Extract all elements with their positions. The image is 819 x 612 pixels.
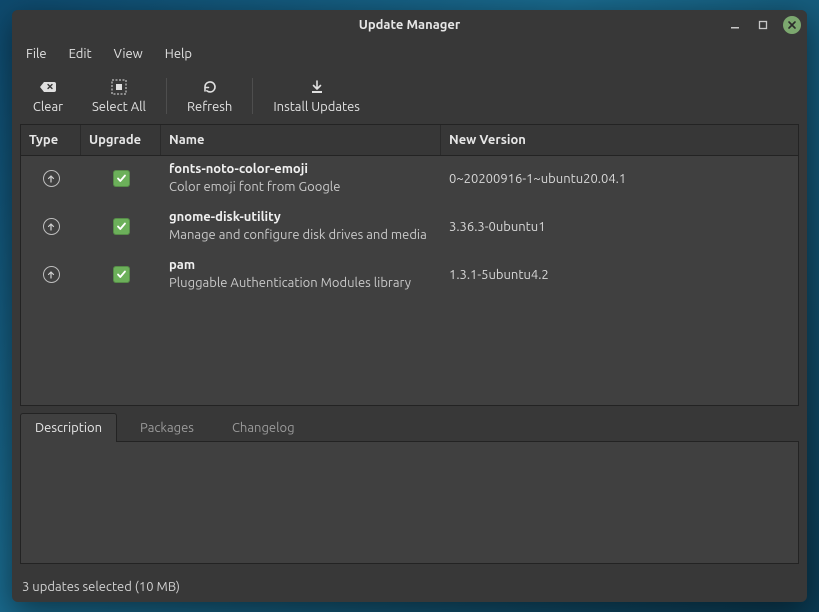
titlebar: Update Manager bbox=[12, 10, 807, 40]
toolbar: Clear Select All Refresh Install Updates bbox=[12, 68, 807, 124]
package-name: pam bbox=[169, 257, 433, 275]
window-controls bbox=[727, 10, 801, 40]
table-row[interactable]: fonts-noto-color-emoji Color emoji font … bbox=[21, 156, 798, 204]
col-header-version[interactable]: New Version bbox=[441, 125, 798, 155]
refresh-button[interactable]: Refresh bbox=[173, 74, 246, 118]
menu-edit[interactable]: Edit bbox=[59, 43, 102, 65]
package-description: Manage and configure disk drives and med… bbox=[169, 227, 433, 245]
refresh-icon bbox=[202, 78, 218, 96]
clear-icon bbox=[39, 78, 57, 96]
package-version: 1.3.1-5ubuntu4.2 bbox=[441, 268, 798, 282]
menubar: File Edit View Help bbox=[12, 40, 807, 68]
window-title: Update Manager bbox=[20, 18, 799, 32]
toolbar-separator bbox=[166, 78, 167, 114]
package-type-icon bbox=[43, 170, 60, 187]
status-bar: 3 updates selected (10 MB) bbox=[12, 572, 807, 602]
install-label: Install Updates bbox=[273, 100, 360, 114]
tab-changelog[interactable]: Changelog bbox=[217, 413, 310, 442]
tab-panel bbox=[20, 441, 799, 564]
clear-button[interactable]: Clear bbox=[18, 74, 78, 118]
install-icon bbox=[309, 78, 325, 96]
tab-bar: Description Packages Changelog bbox=[20, 412, 799, 441]
table-header: Type Upgrade Name New Version bbox=[21, 125, 798, 156]
upgrade-checkbox[interactable] bbox=[113, 218, 130, 235]
close-button[interactable] bbox=[783, 16, 801, 34]
col-header-name[interactable]: Name bbox=[161, 125, 441, 155]
maximize-button[interactable] bbox=[755, 17, 771, 33]
package-name: gnome-disk-utility bbox=[169, 209, 433, 227]
menu-help[interactable]: Help bbox=[155, 43, 202, 65]
col-header-upgrade[interactable]: Upgrade bbox=[81, 125, 161, 155]
details-tabs: Description Packages Changelog bbox=[20, 412, 799, 564]
refresh-label: Refresh bbox=[187, 100, 232, 114]
table-body: fonts-noto-color-emoji Color emoji font … bbox=[21, 156, 798, 405]
package-type-icon bbox=[43, 266, 60, 283]
tab-packages[interactable]: Packages bbox=[125, 413, 209, 442]
package-description: Pluggable Authentication Modules library bbox=[169, 275, 433, 293]
package-name: fonts-noto-color-emoji bbox=[169, 161, 433, 179]
upgrade-checkbox[interactable] bbox=[113, 266, 130, 283]
select-all-icon bbox=[111, 78, 127, 96]
menu-file[interactable]: File bbox=[16, 43, 57, 65]
package-version: 0~20200916-1~ubuntu20.04.1 bbox=[441, 172, 798, 186]
select-all-button[interactable]: Select All bbox=[78, 74, 160, 118]
table-row[interactable]: gnome-disk-utility Manage and configure … bbox=[21, 204, 798, 252]
status-text: 3 updates selected (10 MB) bbox=[22, 580, 180, 594]
toolbar-separator bbox=[252, 78, 253, 114]
table-row[interactable]: pam Pluggable Authentication Modules lib… bbox=[21, 252, 798, 300]
select-all-label: Select All bbox=[92, 100, 146, 114]
package-type-icon bbox=[43, 218, 60, 235]
install-updates-button[interactable]: Install Updates bbox=[259, 74, 374, 118]
package-description: Color emoji font from Google bbox=[169, 179, 433, 197]
menu-view[interactable]: View bbox=[104, 43, 153, 65]
upgrade-checkbox[interactable] bbox=[113, 170, 130, 187]
tab-description[interactable]: Description bbox=[20, 413, 117, 442]
package-version: 3.36.3-0ubuntu1 bbox=[441, 220, 798, 234]
col-header-type[interactable]: Type bbox=[21, 125, 81, 155]
minimize-button[interactable] bbox=[727, 17, 743, 33]
update-manager-window: Update Manager File Edit View Help Clear bbox=[12, 10, 807, 602]
clear-label: Clear bbox=[33, 100, 63, 114]
updates-table: Type Upgrade Name New Version fonts-not bbox=[20, 124, 799, 406]
